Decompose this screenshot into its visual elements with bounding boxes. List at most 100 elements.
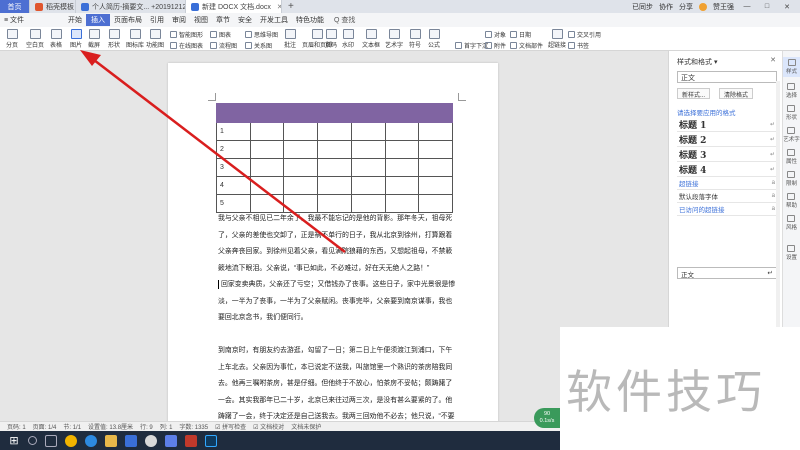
table-cell[interactable] — [350, 194, 386, 213]
media-app-icon[interactable] — [185, 434, 197, 447]
text-box-button[interactable]: 文本框 — [362, 29, 380, 49]
status-col[interactable]: 列: 1 — [160, 422, 173, 431]
table-cell[interactable] — [384, 122, 420, 141]
tab-home[interactable]: 首页 — [0, 0, 30, 13]
table-cell[interactable] — [317, 194, 352, 213]
table-header-row[interactable] — [216, 103, 453, 123]
side-tool-shape[interactable]: 形状 — [786, 105, 797, 121]
side-tool-style[interactable]: 风格 — [786, 215, 797, 231]
drop-cap-button[interactable]: 首字下沉 — [455, 41, 488, 50]
style-heading-4[interactable]: 标题 4 ↵ — [677, 162, 777, 177]
cross-ref-button[interactable]: 交叉引用 — [568, 30, 601, 39]
style-hyperlink[interactable]: 超链接 a — [677, 177, 777, 190]
style-heading-1[interactable]: 标题 1 ↵ — [677, 117, 777, 132]
chrome-icon[interactable] — [65, 434, 77, 447]
video-app-icon[interactable] — [165, 434, 177, 447]
chart-button[interactable]: 图表 — [210, 30, 231, 39]
avatar[interactable] — [699, 2, 707, 11]
user-name[interactable]: 赞王强 — [713, 2, 734, 12]
watermark-button[interactable]: 水印 — [342, 29, 354, 49]
tab-docer-templates[interactable]: 稻壳模板 — [30, 0, 76, 13]
menu-features[interactable]: 特色功能 — [292, 15, 328, 25]
collab-button[interactable]: 协作 — [659, 2, 673, 12]
picture-button[interactable]: 图片 — [70, 29, 82, 49]
pane-title[interactable]: 样式和格式 ▾ — [677, 57, 717, 67]
table-row[interactable]: 3 — [216, 158, 453, 177]
menu-file[interactable]: ≡ 文件 — [0, 15, 28, 25]
menu-page-layout[interactable]: 页面布局 — [110, 15, 146, 25]
style-heading-3[interactable]: 标题 3 ↵ — [677, 147, 777, 162]
table-cell[interactable] — [384, 194, 420, 213]
flow-chart-button[interactable]: 流程图 — [210, 41, 237, 50]
menu-references[interactable]: 引用 — [146, 15, 168, 25]
table-cell[interactable] — [384, 176, 420, 195]
table-cell[interactable] — [249, 194, 285, 213]
bookmark-button[interactable]: 书签 — [568, 41, 589, 50]
clear-format-button[interactable]: 清除格式 — [719, 88, 754, 99]
maximize-icon[interactable]: □ — [760, 3, 774, 10]
table-button[interactable]: 表格 — [50, 29, 62, 49]
minimize-icon[interactable]: — — [740, 3, 754, 10]
table-cell[interactable] — [350, 158, 386, 177]
table-row[interactable]: 4 — [216, 176, 453, 195]
search-box[interactable]: Q 查找 — [334, 15, 355, 25]
body-paragraph[interactable]: 回家变卖典质，父亲还了亏空；又借钱办了丧事。这些日子，家中光景很是惨淡，一半为了… — [218, 277, 458, 327]
table-cell[interactable] — [283, 158, 319, 177]
object-button[interactable]: 对象 — [485, 30, 506, 39]
page-number-button[interactable]: 页码 — [325, 29, 337, 49]
status-words[interactable]: 字数: 1335 — [179, 422, 208, 431]
table-cell[interactable] — [249, 158, 285, 177]
menu-security[interactable]: 安全 — [234, 15, 256, 25]
table-cell[interactable] — [418, 140, 453, 159]
table-cell[interactable] — [384, 140, 420, 159]
formula-button[interactable]: 公式 — [428, 29, 440, 49]
table-cell[interactable] — [418, 194, 453, 213]
tab-resume-doc[interactable]: 个人简历-摘要文... +20191212 — [76, 0, 186, 13]
table-cell[interactable] — [249, 122, 285, 141]
photoshop-icon[interactable] — [205, 434, 217, 447]
shapes-button[interactable]: 形状 — [108, 29, 120, 49]
page-break-button[interactable]: 分页 — [6, 29, 18, 49]
body-paragraph[interactable]: 到南京时，有朋友约去游逛，勾留了一日；第二日上午便须渡江到浦口，下午上车北去。父… — [218, 343, 458, 421]
side-tool-properties[interactable]: 属性 — [786, 149, 797, 165]
table-cell[interactable] — [283, 194, 319, 213]
explorer-icon[interactable] — [105, 434, 117, 447]
table-cell[interactable] — [317, 122, 352, 141]
side-tool-restrict[interactable]: 限制 — [786, 171, 797, 187]
search-icon[interactable] — [28, 436, 37, 445]
side-tool-help[interactable]: 帮助 — [786, 193, 797, 209]
app-icon[interactable] — [145, 434, 157, 447]
status-page[interactable]: 页码: 1 — [7, 422, 26, 431]
table-cell[interactable] — [283, 140, 319, 159]
menu-view[interactable]: 视图 — [190, 15, 212, 25]
spell-check-toggle[interactable]: ☑ 拼写检查 — [215, 422, 246, 431]
icon-library-button[interactable]: 图标库 — [126, 29, 144, 49]
current-style-select[interactable]: 正文 — [677, 71, 777, 83]
table-cell[interactable]: 4 — [216, 176, 251, 195]
table-header-cell[interactable] — [216, 103, 453, 123]
close-icon[interactable]: ✕ — [770, 56, 776, 64]
comment-button[interactable]: 批注 — [284, 29, 296, 49]
side-tool-select[interactable]: 选择 — [786, 83, 797, 99]
side-tool-art[interactable]: 艺术字 — [783, 127, 800, 143]
table-cell[interactable]: 2 — [216, 140, 251, 159]
table-cell[interactable] — [350, 176, 386, 195]
table-cell[interactable]: 5 — [216, 194, 251, 213]
table-cell[interactable] — [283, 122, 319, 141]
table-cell[interactable] — [418, 122, 453, 141]
blank-page-button[interactable]: 空白页 — [26, 29, 44, 49]
status-section[interactable]: 节: 1/1 — [63, 422, 81, 431]
menu-developer[interactable]: 开发工具 — [256, 15, 292, 25]
document-table[interactable]: 1 2 3 4 5 — [216, 103, 453, 213]
table-row[interactable]: 1 — [216, 122, 453, 141]
online-chart-button[interactable]: 在线图表 — [170, 41, 203, 50]
table-cell[interactable] — [350, 140, 386, 159]
table-row[interactable]: 5 — [216, 194, 453, 213]
table-cell[interactable] — [350, 122, 386, 141]
status-row[interactable]: 行: 9 — [140, 422, 153, 431]
doc-check-toggle[interactable]: ☑ 文档校对 — [253, 422, 284, 431]
date-button[interactable]: 日期 — [510, 30, 531, 39]
table-cell[interactable] — [249, 140, 285, 159]
table-cell[interactable] — [418, 176, 453, 195]
table-cell[interactable] — [418, 158, 453, 177]
